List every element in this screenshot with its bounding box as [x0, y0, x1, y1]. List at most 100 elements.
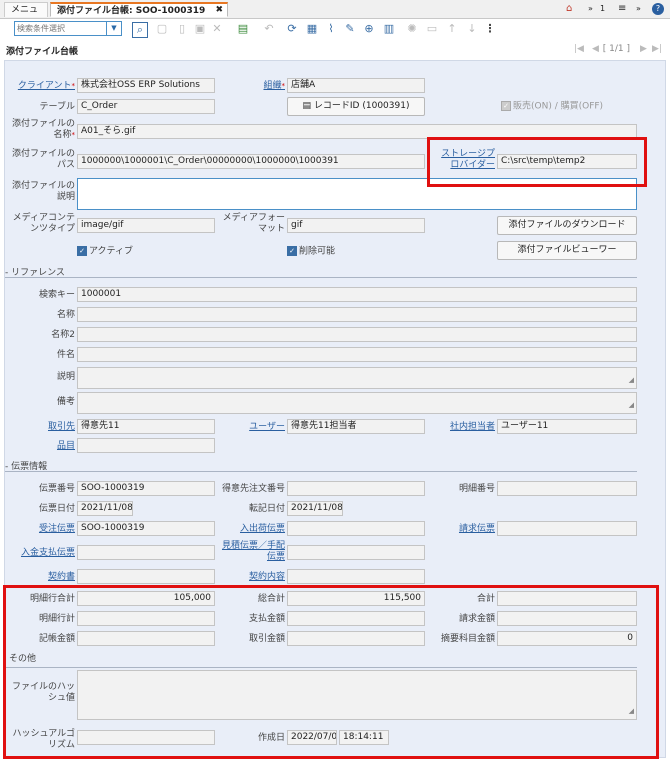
contract-content-field[interactable]	[287, 569, 425, 584]
sales-rep-label[interactable]: 社内担当者	[433, 422, 495, 433]
description-label: 添付ファイルの説明	[11, 181, 75, 202]
document-section[interactable]: - 伝票情報	[5, 459, 665, 472]
record-icon: ▤	[302, 101, 314, 111]
first-record-icon[interactable]: |◀	[574, 44, 584, 54]
user-field[interactable]: 得意先11担当者	[287, 419, 425, 434]
table-field[interactable]: C_Order	[77, 99, 215, 114]
inout-field[interactable]	[287, 521, 425, 536]
help-icon[interactable]: ?	[652, 3, 664, 15]
process-icon[interactable]: ✺	[405, 22, 419, 36]
sales-rep-field[interactable]: ユーザー11	[497, 419, 637, 434]
payment-field[interactable]	[77, 545, 215, 560]
bp-label[interactable]: 取引先	[13, 422, 75, 433]
desc-ref-textarea[interactable]: ◢	[77, 367, 637, 389]
copy-record-icon[interactable]: ▯	[175, 22, 189, 36]
payment-label[interactable]: 入金支払伝票	[7, 548, 75, 559]
org-field[interactable]: 店舗A	[287, 78, 425, 93]
tab-close-icon[interactable]: ✖	[215, 3, 223, 18]
checkbox-icon: ✓	[501, 101, 511, 111]
record-id-label: レコードID (1000391)	[313, 101, 410, 111]
viewer-button[interactable]: 添付ファイルビューワー	[497, 241, 637, 260]
client-field[interactable]: 株式会社OSS ERP Solutions	[77, 78, 215, 93]
reference-section[interactable]: - リファレンス	[5, 265, 665, 278]
menu-icon[interactable]: ≡	[618, 2, 626, 16]
media-format-field[interactable]: gif	[287, 218, 425, 233]
undo-icon[interactable]: ↶	[262, 22, 276, 36]
resize-handle-icon[interactable]: ◢	[629, 399, 634, 412]
name-field[interactable]	[77, 307, 637, 322]
deletable-label: 削除可能	[299, 246, 336, 257]
contract-content-label[interactable]: 契約内容	[215, 572, 285, 583]
invoice-label[interactable]: 請求伝票	[433, 524, 495, 535]
sales-checkbox[interactable]: ✓ 販売(ON) / 購買(OFF)	[501, 101, 603, 113]
acct-date-field[interactable]: 2021/11/08	[287, 501, 343, 516]
quote-label[interactable]: 見積伝票／手配伝票	[217, 541, 285, 563]
expand-icon[interactable]: »	[636, 2, 641, 16]
last-record-icon[interactable]: ▶|	[652, 44, 662, 54]
invoice-field[interactable]	[497, 521, 637, 536]
more-options-icon[interactable]: ⋮	[483, 22, 497, 36]
download-button[interactable]: 添付ファイルのダウンロード	[497, 216, 637, 235]
doc-date-label: 伝票日付	[38, 504, 75, 514]
order-field[interactable]: SOO-1000319	[77, 521, 215, 536]
refresh-icon[interactable]: ⟳	[285, 22, 299, 36]
search-input[interactable]	[17, 23, 105, 34]
new-record-icon[interactable]: ▢	[155, 22, 169, 36]
tab-attachment-ledger[interactable]: 添付ファイル台帳: SOO-1000319 1000001 ✖	[50, 2, 228, 31]
po-ref-field[interactable]	[287, 481, 425, 496]
note-label: 備考	[56, 397, 75, 407]
detail-no-field[interactable]	[497, 481, 637, 496]
record-pager: [ 1/1 ]	[602, 44, 630, 54]
report-icon[interactable]: ▤	[236, 22, 250, 36]
note-textarea[interactable]: ◢	[77, 392, 637, 414]
search-key-field[interactable]: 1000001	[77, 287, 637, 302]
contract-field[interactable]	[77, 569, 215, 584]
bp-field[interactable]: 得意先11	[77, 419, 215, 434]
search-box[interactable]: ▼	[14, 21, 122, 36]
quote-field[interactable]	[287, 545, 425, 560]
product-label[interactable]: 品目	[13, 441, 75, 452]
storage-highlight-box	[427, 137, 647, 187]
doc-no-field[interactable]: SOO-1000319	[77, 481, 215, 496]
next-record-icon[interactable]: ▶	[640, 44, 647, 54]
zoom-icon[interactable]: ⊕	[362, 22, 376, 36]
filename-label: 添付ファイルの名称	[7, 119, 75, 141]
inout-label[interactable]: 入出荷伝票	[215, 524, 285, 535]
tab-menu[interactable]: メニュー	[4, 2, 48, 30]
client-label[interactable]: クライアント	[13, 81, 75, 92]
desc-ref-label: 説明	[56, 372, 75, 382]
archive-icon[interactable]: ▭	[425, 22, 439, 36]
order-label[interactable]: 受注伝票	[13, 524, 75, 535]
contract-label[interactable]: 契約書	[13, 572, 75, 583]
org-label[interactable]: 組織	[225, 81, 285, 92]
sales-label: 販売(ON) / 購買(OFF)	[513, 101, 604, 112]
media-type-field[interactable]: image/gif	[77, 218, 215, 233]
chevron-down-icon[interactable]: ▼	[106, 22, 121, 35]
arrow-down-icon[interactable]: ↓	[465, 22, 479, 36]
deletable-checkbox[interactable]: ✓ 削除可能	[287, 246, 335, 258]
path-field[interactable]: 1000000\1000001\C_Order\00000000\1000000…	[77, 154, 425, 169]
active-checkbox[interactable]: ✓ アクティブ	[77, 246, 133, 258]
record-id-button[interactable]: ▤ レコードID (1000391)	[287, 97, 425, 116]
checkbox-icon: ✓	[287, 246, 297, 256]
media-type-label: メディアコンテンツタイプ	[12, 213, 75, 234]
name2-field[interactable]	[77, 327, 637, 342]
subject-field[interactable]	[77, 347, 637, 362]
home-icon[interactable]: ⌂	[566, 2, 572, 16]
save-icon[interactable]: ▣	[193, 22, 207, 36]
print-icon[interactable]: ▥	[382, 22, 396, 36]
attachment-icon[interactable]: ⌇	[324, 22, 338, 36]
grid-toggle-icon[interactable]: ▦	[305, 22, 319, 36]
product-field[interactable]	[77, 438, 215, 453]
prev-record-icon[interactable]: ◀	[592, 44, 599, 54]
arrow-up-icon[interactable]: ↑	[445, 22, 459, 36]
resize-handle-icon[interactable]: ◢	[629, 374, 634, 387]
user-label[interactable]: ユーザー	[225, 422, 285, 433]
window-title: 添付ファイル台帳	[6, 47, 79, 57]
totals-highlight-box	[3, 585, 659, 759]
delete-icon[interactable]: ✕	[210, 22, 224, 36]
notification-icon[interactable]: »	[588, 2, 593, 16]
doc-date-field[interactable]: 2021/11/08	[77, 501, 133, 516]
chat-icon[interactable]: ✎	[343, 22, 357, 36]
search-icon[interactable]: ⌕	[132, 22, 148, 38]
